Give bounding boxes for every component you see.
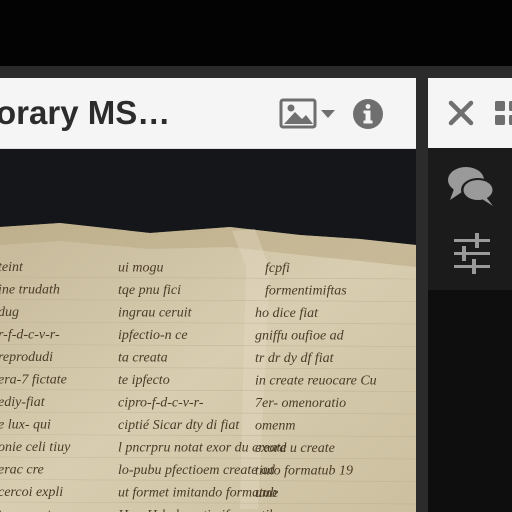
close-button[interactable] [446,98,476,128]
manuscript-line: ta creata [118,351,168,366]
manuscript-line: teint [0,260,24,275]
side-panel [428,78,512,512]
image-viewer[interactable]: teint ine trudath dug r-f-d-c-v-r-reprodudi… [0,149,416,512]
manuscript-line: tqe pnu fici [118,283,181,298]
manuscript-line: Hon-H-haby u tia iforme tib [117,508,276,512]
window-title[interactable]: orary MS… [0,93,170,133]
close-icon [448,100,474,126]
manuscript-line: omenm [255,419,295,434]
manuscript-line: ume [255,486,278,501]
manuscript-line: formentimiftas [265,284,347,299]
manuscript-line: era-7 fictate [0,373,67,388]
manuscript-line: ui mogu [118,261,164,276]
manuscript-line: cercoi expli [0,485,63,500]
manuscript-line: tiuto formatub 19 [255,464,353,479]
manuscript-line: gniffu oufioe ad [255,329,345,344]
manuscript-line: ciptié Sicar dty di fiat [118,418,240,433]
manuscript-line: in create reuocare Cu [255,374,377,389]
manuscript-line: ingrau ceruit [118,306,193,321]
workspace-top-bar [0,0,512,66]
manuscript-line: ut formet imitando formatub [118,486,277,501]
side-panel-tools [428,148,512,290]
image-adjustments-button[interactable] [444,230,500,280]
window-header: orary MS… [0,78,416,149]
manuscript-line: dug [0,305,19,320]
manuscript-line: onie celi tiuy [0,440,71,455]
layout-icon [495,101,512,125]
manuscript-line: r-f-d-c-v-r- [0,328,60,343]
manuscript-line: ine trudath [0,283,60,298]
info-icon [353,99,383,129]
manuscript-line: reprodudi [0,350,53,365]
side-panel-header [428,78,512,148]
layout-button[interactable] [492,98,512,128]
manuscript-line: lo-pubu pfectioem create ad [118,463,276,478]
info-button[interactable] [350,96,386,132]
image-menu-button[interactable] [279,98,339,130]
manuscript-image: teint ine trudath dug r-f-d-c-v-r-reprodudi… [0,149,416,512]
manuscript-line: ipfectio-n ce [118,328,188,343]
manuscript-line: t an cea-t [0,508,52,512]
manuscript-line: te ipfecto [118,373,170,388]
manuscript-line: ho dice fiat [255,306,319,321]
workspace-gutter [0,66,512,78]
chevron-down-icon [321,110,335,118]
manuscript-line: cipro-f-d-c-v-r- [118,396,204,411]
annotations-button[interactable] [444,162,500,212]
manuscript-line: tr dr dy df fiat [255,351,335,366]
sliders-icon [454,233,490,274]
manuscript-line: fcpfi [265,261,290,276]
viewer-window: orary MS… teint ine trudath dug r-f-d-c-… [0,78,416,512]
manuscript-line: ediy-fiat [0,395,46,410]
manuscript-line: erac cre [0,463,44,478]
manuscript-line: exord u create [255,441,335,456]
manuscript-line: e lux- qui [0,418,51,433]
manuscript-line: 7er- omenoratio [255,396,346,411]
panel-divider[interactable] [416,66,428,512]
image-icon [279,98,335,129]
comments-icon [448,167,495,206]
